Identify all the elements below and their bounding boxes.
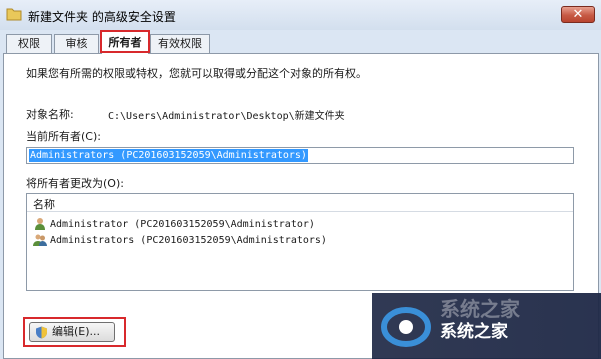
tab-auditing[interactable]: 审核	[54, 34, 99, 53]
window-title: 新建文件夹 的高级安全设置	[28, 10, 176, 24]
folder-icon	[6, 8, 22, 21]
current-owner-label: 当前所有者(C):	[26, 130, 101, 143]
column-name-header: 名称	[33, 198, 55, 211]
current-owner-field[interactable]: Administrators (PC201603152059\Administr…	[26, 147, 574, 164]
current-owner-value: Administrators (PC201603152059\Administr…	[29, 149, 308, 162]
close-icon: ✕	[572, 7, 584, 22]
tab-strip: 权限 审核 所有者 有效权限	[0, 31, 601, 54]
title-bar: 新建文件夹 的高级安全设置 ✕	[0, 0, 601, 30]
single-user-icon	[35, 218, 45, 230]
change-owner-label: 将所有者更改为(O):	[26, 177, 124, 190]
owner-list[interactable]: 名称 Administrator (PC201603152059\Adminis…	[26, 193, 574, 291]
object-name-label: 对象名称:	[26, 108, 74, 121]
tab-owner[interactable]: 所有者	[101, 31, 149, 54]
user-group-icon	[33, 234, 47, 246]
site-logo-icon	[381, 307, 431, 347]
edit-button[interactable]: 编辑(E)...	[29, 322, 115, 342]
object-name-value: C:\Users\Administrator\Desktop\新建文件夹	[108, 111, 345, 122]
shield-icon	[36, 326, 47, 339]
list-header[interactable]: 名称	[27, 194, 573, 212]
watermark-text: 系统之家	[440, 322, 508, 342]
intro-text: 如果您有所需的权限或特权，您就可以取得或分配这个对象的所有权。	[26, 67, 367, 80]
tab-permissions[interactable]: 权限	[6, 34, 52, 53]
tab-effective-permissions[interactable]: 有效权限	[150, 34, 210, 53]
close-button[interactable]: ✕	[561, 6, 595, 23]
watermark: 系统之家 系统之家	[372, 293, 601, 359]
